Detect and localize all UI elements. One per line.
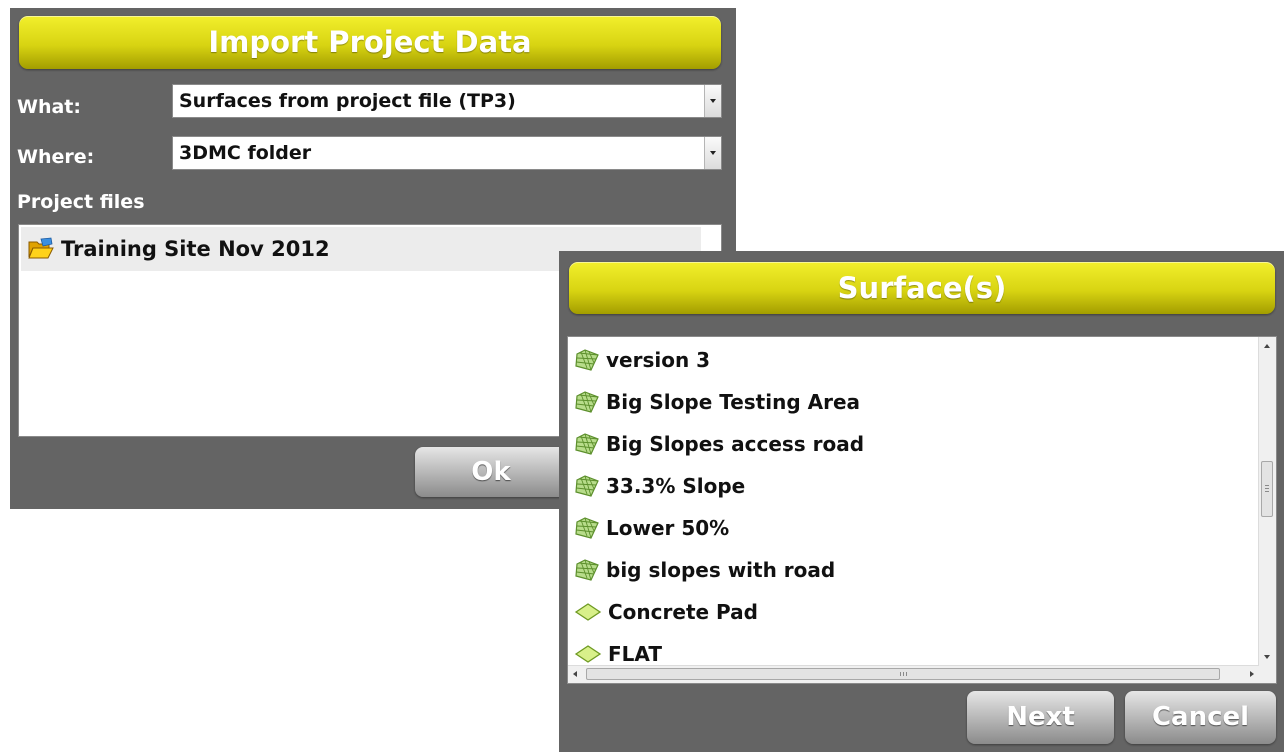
- where-dropdown-value: 3DMC folder: [179, 142, 312, 164]
- scroll-up-icon[interactable]: [1264, 344, 1270, 348]
- what-dropdown[interactable]: Surfaces from project file (TP3): [172, 84, 722, 118]
- surface-name: 33.3% Slope: [606, 474, 746, 498]
- surface-mesh-icon: [574, 432, 600, 456]
- vertical-scrollbar[interactable]: [1258, 337, 1276, 666]
- ok-button[interactable]: Ok: [415, 447, 567, 497]
- list-item[interactable]: Big Slope Testing Area: [574, 382, 860, 422]
- import-dialog-title: Import Project Data: [208, 25, 532, 59]
- list-item[interactable]: Concrete Pad: [574, 592, 758, 632]
- surface-name: FLAT: [608, 642, 662, 666]
- list-item[interactable]: version 3: [574, 340, 710, 380]
- chevron-down-icon[interactable]: [704, 137, 721, 169]
- what-dropdown-value: Surfaces from project file (TP3): [179, 90, 516, 112]
- surface-mesh-icon: [574, 474, 600, 498]
- list-item[interactable]: big slopes with road: [574, 550, 835, 590]
- surface-mesh-icon: [574, 558, 600, 582]
- surfaces-list[interactable]: version 3 Big Slope Testing Area Big Slope…: [567, 336, 1277, 684]
- surface-name: Lower 50%: [606, 516, 730, 540]
- plane-surface-icon: [574, 602, 602, 622]
- project-file-name: Training Site Nov 2012: [61, 237, 330, 261]
- surface-name: big slopes with road: [606, 558, 836, 582]
- surfaces-dialog-title-bar: Surface(s): [569, 262, 1275, 314]
- import-dialog-title-bar: Import Project Data: [19, 16, 721, 69]
- list-item[interactable]: Lower 50%: [574, 508, 729, 548]
- project-files-label: Project files: [17, 191, 145, 213]
- surface-mesh-icon: [574, 390, 600, 414]
- where-label: Where:: [17, 146, 95, 168]
- surface-mesh-icon: [574, 348, 600, 372]
- what-label: What:: [17, 96, 81, 118]
- list-item[interactable]: Big Slopes access road: [574, 424, 864, 464]
- surfaces-dialog-title: Surface(s): [837, 271, 1007, 305]
- scroll-right-icon[interactable]: [1250, 671, 1254, 677]
- open-folder-icon: [28, 237, 54, 259]
- surfaces-dialog: Surface(s) version 3 Big Slope Testing Ar…: [559, 251, 1284, 752]
- scroll-left-icon[interactable]: [573, 671, 577, 677]
- scrollbar-corner: [1259, 666, 1276, 683]
- vertical-scrollbar-thumb[interactable]: [1261, 461, 1273, 517]
- chevron-down-icon[interactable]: [704, 85, 721, 117]
- surface-name: Big Slope Testing Area: [606, 390, 861, 414]
- surface-mesh-icon: [574, 516, 600, 540]
- next-button-label: Next: [1006, 702, 1075, 732]
- list-item[interactable]: 33.3% Slope: [574, 466, 745, 506]
- ok-button-label: Ok: [471, 457, 511, 487]
- next-button[interactable]: Next: [967, 691, 1114, 744]
- where-dropdown[interactable]: 3DMC folder: [172, 136, 722, 170]
- plane-surface-icon: [574, 644, 602, 664]
- scroll-down-icon[interactable]: [1264, 655, 1270, 659]
- surface-name: Concrete Pad: [608, 600, 758, 624]
- horizontal-scrollbar-thumb[interactable]: [586, 668, 1220, 680]
- surface-name: Big Slopes access road: [606, 432, 865, 456]
- cancel-button-label: Cancel: [1151, 702, 1250, 732]
- cancel-button[interactable]: Cancel: [1125, 691, 1276, 744]
- surface-name: version 3: [606, 348, 711, 372]
- horizontal-scrollbar[interactable]: [568, 665, 1259, 683]
